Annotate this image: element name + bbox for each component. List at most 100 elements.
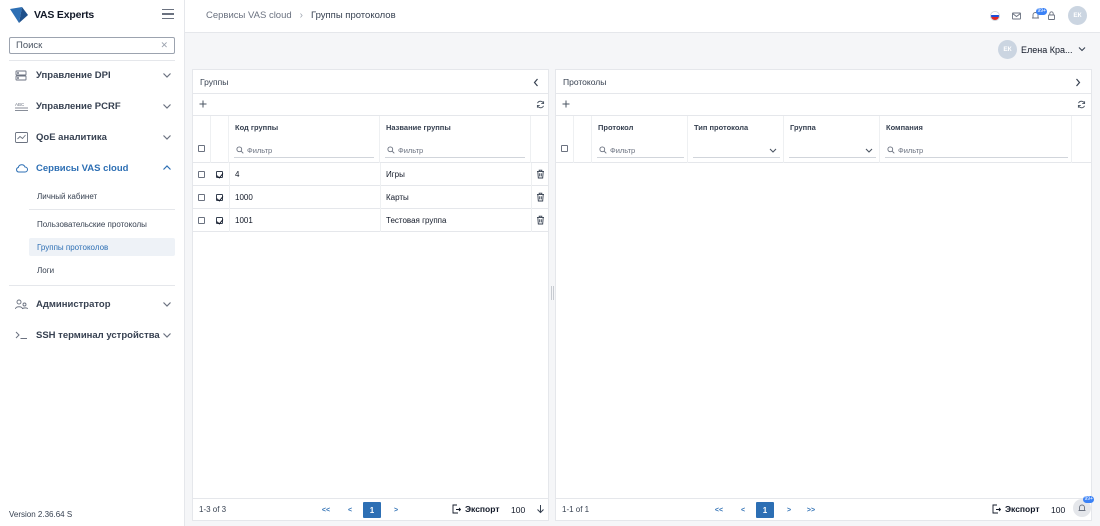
sidebar-item-label: Управление DPI xyxy=(36,69,111,81)
protocol-type-select[interactable] xyxy=(693,143,780,158)
sidebar-subitem-protocol-groups[interactable]: Группы протоколов xyxy=(29,238,175,256)
mail-icon[interactable] xyxy=(1011,10,1022,21)
sidebar-item-label: QoE аналитика xyxy=(36,131,107,143)
search-icon xyxy=(236,146,244,154)
trash-icon[interactable] xyxy=(536,215,545,225)
code-filter-input[interactable] xyxy=(236,145,374,155)
export-button[interactable]: Экспорт xyxy=(991,504,1040,514)
chevron-down-icon xyxy=(163,104,171,109)
per-page-select[interactable]: 100 xyxy=(1051,505,1065,515)
help-button[interactable]: 99+ xyxy=(1073,496,1095,517)
column-company[interactable]: Компания xyxy=(880,116,1072,163)
column-protocol[interactable]: Протокол xyxy=(592,116,688,163)
chevron-down-icon xyxy=(769,148,777,153)
app-version: Version 2.36.64 S xyxy=(9,510,73,519)
refresh-icon[interactable] xyxy=(1077,100,1086,109)
sidebar-item-pcrf[interactable]: ABC Управление PCRF xyxy=(0,92,185,120)
name-filter xyxy=(385,143,525,158)
header-avatar[interactable]: ЕК xyxy=(1068,6,1087,25)
last-page-button[interactable]: >> xyxy=(804,503,818,517)
add-icon[interactable] xyxy=(198,99,208,109)
current-page-button[interactable]: 1 xyxy=(363,502,381,518)
sidebar: VAS Experts ✕ Управление DPI ABC Управле… xyxy=(0,0,185,526)
user-menu[interactable]: ЕК Елена Кра... xyxy=(998,40,1088,59)
refresh-icon[interactable] xyxy=(536,100,545,109)
row-select-checkbox[interactable] xyxy=(198,217,205,224)
sidebar-search: ✕ xyxy=(9,37,175,54)
group-name: Карты xyxy=(386,193,409,202)
sidebar-item-qoe[interactable]: QoE аналитика xyxy=(0,123,185,151)
table-row[interactable]: 4 Игры xyxy=(193,163,548,186)
group-code: 1001 xyxy=(235,216,253,225)
column-group[interactable]: Группа xyxy=(784,116,880,163)
select-all-cell xyxy=(193,116,211,163)
export-button[interactable]: Экспорт xyxy=(451,504,500,514)
server-icon xyxy=(14,69,28,81)
chevron-right-icon[interactable] xyxy=(1074,78,1082,87)
table-row[interactable]: 1000 Карты xyxy=(193,186,548,209)
chevron-left-icon[interactable] xyxy=(532,78,540,87)
clear-icon[interactable]: ✕ xyxy=(160,40,168,51)
select-all-checkbox[interactable] xyxy=(198,145,205,152)
panel-resize-handle[interactable] xyxy=(551,286,554,300)
logo[interactable]: VAS Experts xyxy=(9,6,94,24)
groups-pagination: 1-3 of 3 << < 1 > Экспорт 100 xyxy=(193,498,548,520)
first-page-button[interactable]: << xyxy=(712,503,726,517)
column-label: Название группы xyxy=(386,123,451,132)
row-select-checkbox[interactable] xyxy=(198,194,205,201)
sidebar-item-dpi[interactable]: Управление DPI xyxy=(0,61,185,89)
arrow-down-icon[interactable] xyxy=(536,504,545,514)
company-filter xyxy=(885,143,1068,158)
company-filter-input[interactable] xyxy=(887,145,1068,155)
name-filter-input[interactable] xyxy=(387,145,525,155)
vas-logo-icon xyxy=(10,7,28,23)
per-page-select[interactable]: 100 xyxy=(511,505,525,515)
column-name[interactable]: Название группы xyxy=(380,116,531,163)
sidebar-subitem-cabinet[interactable]: Личный кабинет xyxy=(29,187,175,205)
next-page-button[interactable]: > xyxy=(782,503,796,517)
groups-table-header: Код группы Название группы xyxy=(193,116,548,163)
select-all-checkbox[interactable] xyxy=(561,145,568,152)
protocol-filter-input[interactable] xyxy=(599,145,684,155)
panel-title: Группы xyxy=(200,77,229,87)
column-code[interactable]: Код группы xyxy=(229,116,380,163)
trash-icon[interactable] xyxy=(536,192,545,202)
top-bar: Сервисы VAS cloud › Группы протоколов 99… xyxy=(185,0,1100,33)
notifications-icon[interactable]: 99+ xyxy=(1030,8,1048,21)
sidebar-item-vas-cloud[interactable]: Сервисы VAS cloud xyxy=(0,154,185,182)
column-label: Код группы xyxy=(235,123,279,132)
chevron-down-icon xyxy=(163,135,171,140)
breadcrumb-current: Группы протоколов xyxy=(311,10,396,21)
sidebar-search-input[interactable] xyxy=(16,40,156,51)
sidebar-subitem-logs[interactable]: Логи xyxy=(29,261,175,279)
protocol-filter xyxy=(597,143,684,158)
header-actions: 99+ ЕК xyxy=(980,6,1100,26)
row-checkbox[interactable] xyxy=(216,217,223,224)
sidebar-item-ssh[interactable]: SSH терминал устройства xyxy=(0,321,185,349)
group-select[interactable] xyxy=(789,143,876,158)
prev-page-button[interactable]: < xyxy=(736,503,750,517)
add-icon[interactable] xyxy=(561,99,571,109)
table-row[interactable]: 1001 Тестовая группа xyxy=(193,209,548,232)
prev-page-button[interactable]: < xyxy=(343,503,357,517)
sidebar-item-admin[interactable]: Администратор xyxy=(0,290,185,318)
menu-toggle-icon[interactable] xyxy=(162,9,174,19)
lock-icon[interactable] xyxy=(1046,10,1057,21)
row-checkbox[interactable] xyxy=(216,194,223,201)
first-page-button[interactable]: << xyxy=(319,503,333,517)
column-protocol-type[interactable]: Тип протокола xyxy=(688,116,784,163)
breadcrumb-item[interactable]: Сервисы VAS cloud xyxy=(206,10,292,21)
current-page-button[interactable]: 1 xyxy=(756,502,774,518)
divider xyxy=(29,209,175,210)
group-name: Игры xyxy=(386,170,405,179)
sidebar-subitem-custom-protocols[interactable]: Пользовательские протоколы xyxy=(29,215,175,233)
next-page-button[interactable]: > xyxy=(389,503,403,517)
trash-icon[interactable] xyxy=(536,169,545,179)
brand-name: VAS Experts xyxy=(34,9,95,21)
row-checkbox[interactable] xyxy=(216,171,223,178)
language-flag-icon[interactable] xyxy=(990,11,1000,21)
column-divider xyxy=(229,163,230,232)
row-select-checkbox[interactable] xyxy=(198,171,205,178)
sidebar-item-label: SSH терминал устройства xyxy=(36,329,160,341)
column-label: Протокол xyxy=(598,123,634,132)
